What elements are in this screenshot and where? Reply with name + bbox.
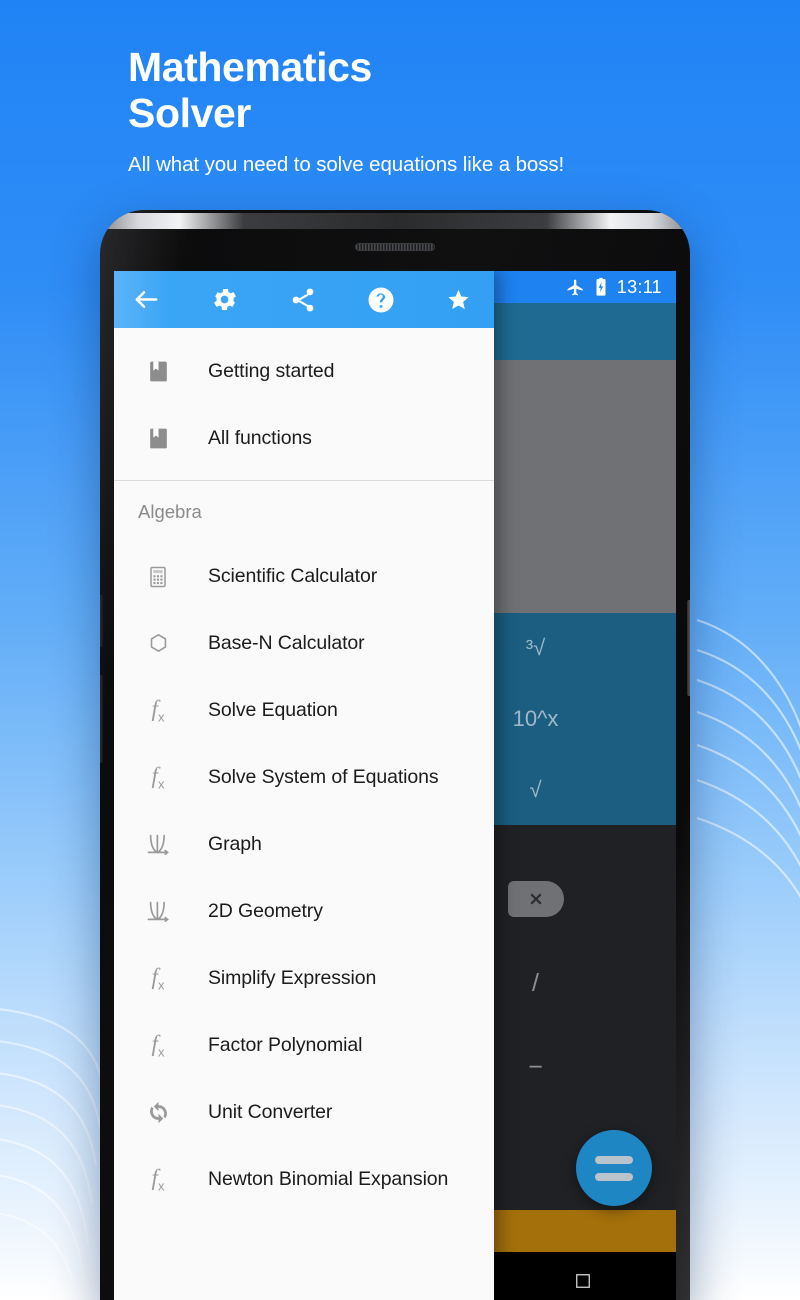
promo-subtitle: All what you need to solve equations lik… [128, 153, 565, 176]
drawer-item-simplify-expression[interactable]: fx Simplify Expression [114, 945, 494, 1012]
drawer-item-label: Base-N Calculator [208, 632, 365, 654]
drawer-item-label: Newton Binomial Expansion [208, 1168, 449, 1190]
volume-up-button[interactable] [100, 595, 103, 647]
fx-icon: fx [151, 696, 165, 725]
phone-rim [104, 213, 686, 229]
drawer-section-algebra: Algebra [138, 501, 202, 522]
status-bar-clock: 13:11 [616, 276, 662, 297]
volume-down-button[interactable] [100, 675, 103, 763]
drawer-item-label: Simplify Expression [208, 967, 377, 989]
airplane-mode-icon [567, 279, 583, 295]
fx-icon: fx [151, 1031, 165, 1060]
drawer-item-label: Graph [208, 833, 262, 855]
drawer-item-label: Solve System of Equations [208, 766, 439, 788]
backspace-icon [507, 881, 564, 917]
phone-mockup: 13:11 A/B x ³√ c 10^x ^3 √ [100, 210, 690, 1300]
phone-screen: 13:11 A/B x ³√ c 10^x ^3 √ [114, 271, 676, 1300]
earpiece-speaker [355, 243, 435, 251]
help-circle-icon[interactable] [366, 285, 396, 315]
hexagon-icon [138, 630, 178, 657]
drawer-menu-list: Getting started All functions Algebra Sc… [114, 328, 494, 1300]
back-arrow-icon[interactable] [132, 285, 161, 314]
drawer-item-newton-binomial-expansion[interactable]: fx Newton Binomial Expansion [114, 1146, 494, 1213]
fx-icon: fx [151, 1165, 165, 1194]
drawer-item-solve-equation[interactable]: fx Solve Equation [114, 677, 494, 744]
gear-icon[interactable] [210, 285, 239, 314]
promo-title: Mathematics Solver [128, 44, 564, 136]
drawer-item-label: Solve Equation [208, 699, 338, 721]
promo-headline: Mathematics Solver All what you need to … [128, 44, 564, 177]
drawer-item-label: Scientific Calculator [208, 565, 378, 587]
drawer-item-label: Unit Converter [208, 1101, 333, 1123]
drawer-item-solve-system-of-equations[interactable]: fx Solve System of Equations [114, 744, 494, 811]
fx-icon: fx [151, 964, 165, 993]
drawer-item-2d-geometry[interactable]: 2D Geometry [114, 878, 494, 945]
drawer-item-graph[interactable]: Graph [114, 811, 494, 878]
drawer-item-label: Getting started [208, 360, 335, 382]
drawer-item-unit-converter[interactable]: Unit Converter [114, 1079, 494, 1146]
drawer-item-label: 2D Geometry [208, 900, 323, 922]
promo-title-line2: Solver [128, 90, 251, 136]
fx-icon: fx [151, 763, 165, 792]
graph-curve-icon [138, 898, 178, 925]
drawer-item-label: Factor Polynomial [208, 1034, 363, 1056]
book-icon [138, 426, 178, 451]
recents-square-icon[interactable] [573, 1271, 593, 1291]
equals-icon [595, 1155, 633, 1181]
drawer-toolbar [114, 271, 494, 328]
navigation-drawer: Getting started All functions Algebra Sc… [114, 271, 494, 1300]
book-icon [138, 359, 178, 384]
battery-charging-icon [596, 277, 606, 296]
sync-arrows-icon [138, 1099, 178, 1126]
drawer-item-scientific-calculator[interactable]: Scientific Calculator [114, 543, 494, 610]
power-button[interactable] [687, 600, 690, 696]
promo-title-line1: Mathematics [128, 44, 372, 90]
star-icon[interactable] [445, 286, 472, 313]
graph-curve-icon [138, 831, 178, 858]
calculator-icon [138, 565, 178, 589]
drawer-item-getting-started[interactable]: Getting started [114, 338, 494, 405]
drawer-item-label: All functions [208, 427, 312, 449]
equals-fab-button[interactable] [576, 1130, 652, 1206]
drawer-item-factor-polynomial[interactable]: fx Factor Polynomial [114, 1012, 494, 1079]
drawer-item-base-n-calculator[interactable]: Base-N Calculator [114, 610, 494, 677]
drawer-item-all-functions[interactable]: All functions [114, 405, 494, 472]
share-icon[interactable] [289, 286, 317, 314]
